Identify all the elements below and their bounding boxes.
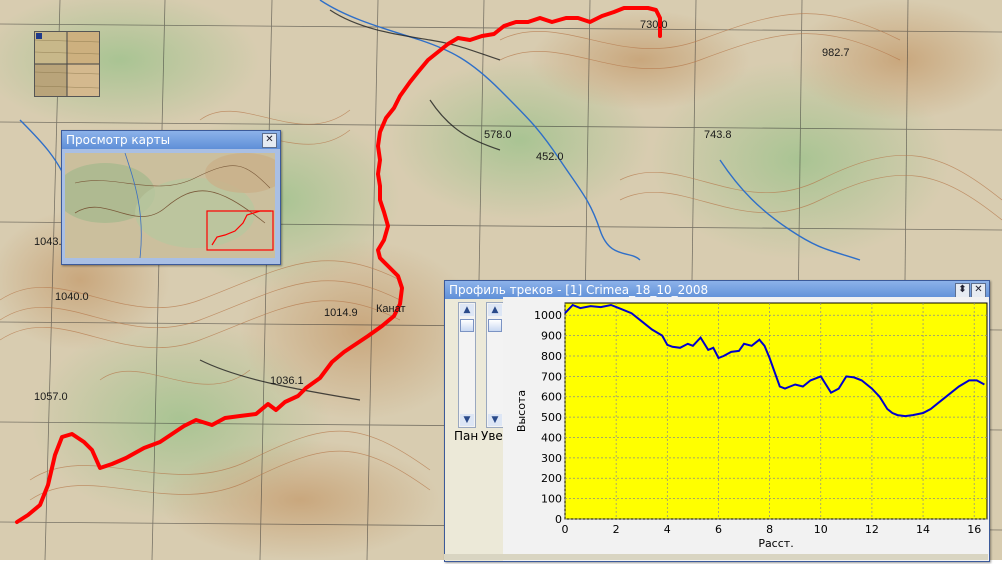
x-tick-label: 14 [916,523,930,536]
y-tick-label: 800 [541,350,562,363]
map-label: 1014.9 [324,307,358,319]
profile-status-strip [444,554,988,560]
y-tick-label: 1000 [534,309,562,322]
y-axis-label: Высота [515,390,528,432]
map-label: 452.0 [536,151,564,163]
map-overview-window[interactable]: Просмотр карты ✕ [61,130,281,265]
tile-grid-icon [34,32,100,96]
zoom-slider-thumb[interactable] [488,319,502,332]
profile-title: Профиль треков - [1] Crimea_18_10_2008 [449,283,709,297]
zoom-slider[interactable]: ▲ ▼ [486,302,504,428]
x-tick-label: 16 [967,523,981,536]
x-tick-label: 6 [715,523,722,536]
y-tick-label: 600 [541,391,562,404]
y-tick-label: 700 [541,370,562,383]
map-label: 1036.1 [270,375,304,387]
pan-label: Пан [454,429,479,443]
map-label: 578.0 [484,129,512,141]
slider-up-icon[interactable]: ▲ [460,304,474,316]
slider-down-icon[interactable]: ▼ [460,414,474,426]
plot-background [564,302,988,520]
close-icon[interactable]: ✕ [262,133,277,148]
overview-thumbnail[interactable] [65,153,275,258]
x-tick-label: 8 [766,523,773,536]
map-label: 1057.0 [34,391,68,403]
close-icon[interactable]: ✕ [971,283,986,298]
tile-minimap[interactable] [34,31,100,97]
map-label: 743.8 [704,129,732,141]
overview-title: Просмотр карты [66,133,171,147]
elevation-chart[interactable]: 0 2 4 6 8 10 12 14 16 0 100 200 300 400 500 600 700 800 90… [503,297,989,561]
x-tick-label: 10 [814,523,828,536]
overview-titlebar[interactable]: Просмотр карты ✕ [62,131,280,149]
y-tick-label: 900 [541,330,562,343]
pan-slider-thumb[interactable] [460,319,474,332]
x-tick-label: 0 [562,523,569,536]
slider-down-icon[interactable]: ▼ [488,414,502,426]
map-label: 982.7 [822,47,850,59]
y-tick-label: 0 [555,513,562,526]
track-profile-window[interactable]: Профиль треков - [1] Crimea_18_10_2008 ⬍… [444,280,990,562]
elevation-plot[interactable]: 0 2 4 6 8 10 12 14 16 0 100 200 300 400 500 600 700 800 90… [503,297,989,561]
x-tick-label: 4 [664,523,671,536]
x-tick-label: 12 [865,523,879,536]
x-axis-label: Расст. [758,537,793,550]
y-tick-label: 100 [541,493,562,506]
y-tick-label: 200 [541,472,562,485]
x-tick-label: 2 [613,523,620,536]
pan-slider[interactable]: ▲ ▼ [458,302,476,428]
slider-up-icon[interactable]: ▲ [488,304,502,316]
map-label: Канат [376,303,406,315]
restore-icon[interactable]: ⬍ [955,283,970,298]
y-tick-label: 300 [541,452,562,465]
map-label: 1040.0 [55,291,89,303]
y-tick-label: 500 [541,411,562,424]
map-label: 730.0 [640,19,668,31]
y-tick-label: 400 [541,431,562,444]
